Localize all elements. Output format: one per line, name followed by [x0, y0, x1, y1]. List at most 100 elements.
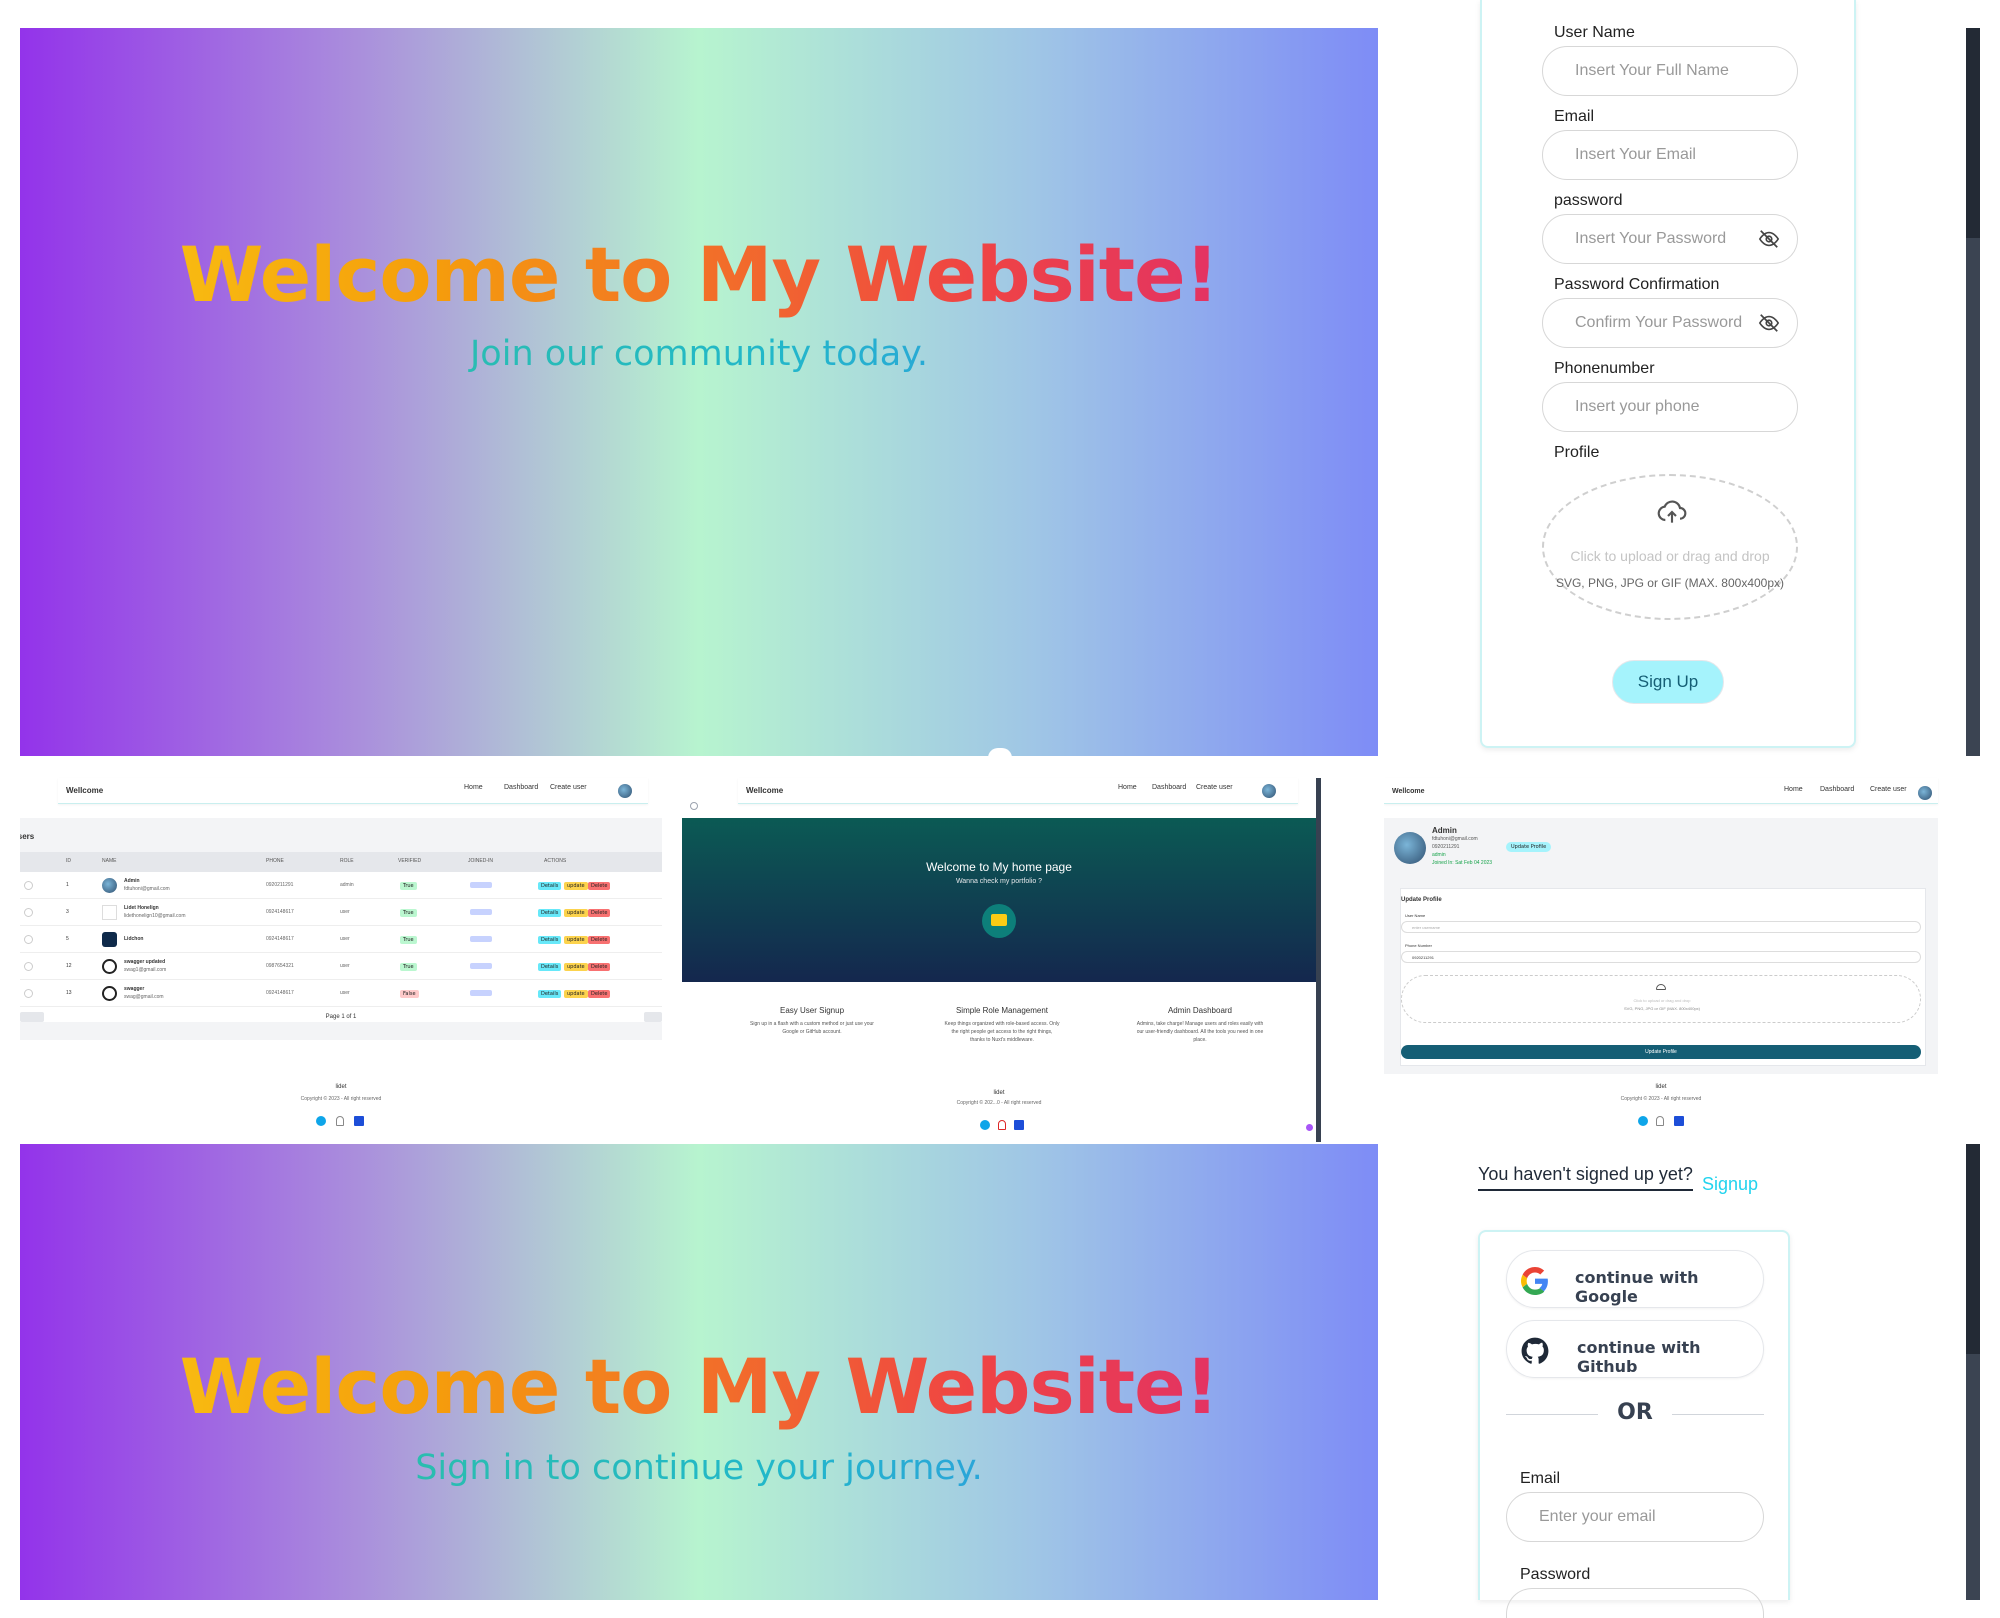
nav-create-user[interactable]: Create user [550, 784, 587, 791]
portfolio-button[interactable] [982, 904, 1016, 938]
table-row: 13 swagger swag@gmail.com 0924148617 use… [20, 980, 662, 1007]
signup-link[interactable]: Signup [1702, 1174, 1758, 1195]
nav-home[interactable]: Home [1784, 786, 1803, 793]
cell-phone: 0924148617 [266, 990, 294, 996]
password-label: Password [1520, 1566, 1591, 1583]
email-label: Email [1554, 108, 1595, 125]
scrollbar-thumb[interactable] [1966, 1144, 1980, 1354]
row-checkbox[interactable] [24, 989, 33, 998]
nav-create-user[interactable]: Create user [1196, 784, 1233, 791]
email-placeholder: Enter your email [1539, 1508, 1656, 1525]
nav-home[interactable]: Home [1118, 784, 1137, 791]
username-placeholder: enter username [1412, 924, 1441, 930]
row-checkbox[interactable] [24, 908, 33, 917]
navbar-brand[interactable]: Wellcome [1392, 788, 1425, 795]
signin-hero-subtitle: Sign in to continue your journey. [20, 1448, 1378, 1488]
navbar-brand[interactable]: Wellcome [66, 786, 103, 795]
update-profile-button[interactable]: Update Profile [1401, 1045, 1921, 1059]
linkedin-icon[interactable] [1674, 1116, 1684, 1126]
delete-button[interactable]: Delete [588, 909, 611, 917]
profile-role: admin [1432, 852, 1446, 858]
email-input[interactable]: Insert Your Email [1542, 130, 1798, 180]
profile-dropzone[interactable]: Click to upload or drag and drop SVG, PN… [1542, 474, 1798, 620]
update-button[interactable]: update [564, 963, 588, 971]
dashboard-navbar: Wellcome Home Dashboard Create user [58, 778, 648, 804]
footer-brand: lidet [993, 1090, 1005, 1096]
details-button[interactable]: Details [538, 963, 562, 971]
chat-bubble-icon[interactable] [1306, 1124, 1313, 1131]
person-icon[interactable] [336, 1116, 344, 1126]
nav-dashboard[interactable]: Dashboard [1820, 786, 1854, 793]
pagination-label: Page 1 of 1 [325, 1014, 357, 1020]
next-page-button[interactable] [644, 1012, 662, 1022]
avatar [102, 959, 117, 974]
username-input[interactable]: Insert Your Full Name [1542, 46, 1798, 96]
linkedin-icon[interactable] [1014, 1120, 1024, 1130]
cell-email: swag1@gmail.com [124, 967, 167, 973]
profile-dropzone[interactable]: Click to upload or drag and drop SVG, PN… [1401, 975, 1921, 1023]
update-button[interactable]: update [564, 909, 588, 917]
row-checkbox[interactable] [24, 935, 33, 944]
nav-dashboard[interactable]: Dashboard [1152, 784, 1186, 791]
avatar [102, 986, 117, 1001]
delete-button[interactable]: Delete [588, 882, 611, 890]
nav-create-user[interactable]: Create user [1870, 786, 1907, 793]
username-input[interactable]: enter username [1401, 921, 1921, 933]
heart-icon[interactable] [316, 1116, 326, 1126]
person-icon[interactable] [1656, 1116, 1664, 1126]
home-scrollbar[interactable] [1316, 778, 1321, 1142]
phone-input[interactable]: 0920211291 [1401, 951, 1921, 963]
update-button[interactable]: update [564, 990, 588, 998]
or-divider-label: OR [1617, 1400, 1653, 1425]
col-joined: JOINED-IN [468, 858, 493, 864]
profile-avatar [1394, 832, 1426, 864]
cell-id: 1 [66, 882, 69, 888]
linkedin-icon[interactable] [354, 1116, 364, 1126]
details-button[interactable]: Details [538, 882, 562, 890]
profile-joined: Joined In: Sat Feb 04 2023 [1432, 860, 1493, 866]
avatar[interactable] [1262, 784, 1276, 798]
update-button[interactable]: update [564, 882, 588, 890]
scrollbar-thumb[interactable] [1966, 28, 1980, 238]
google-button[interactable]: continue with Google [1506, 1250, 1764, 1308]
details-button[interactable]: Details [538, 990, 562, 998]
avatar[interactable] [618, 784, 632, 798]
delete-button[interactable]: Delete [588, 990, 611, 998]
table-row: 5 Lidchon 0924148617 user True Details u… [20, 926, 662, 953]
update-button[interactable]: update [564, 936, 588, 944]
details-button[interactable]: Details [538, 936, 562, 944]
navbar-brand[interactable]: Wellcome [746, 786, 783, 795]
eye-off-icon[interactable] [1758, 228, 1780, 250]
heart-icon[interactable] [1638, 1116, 1648, 1126]
confirm-password-label: Password Confirmation [1554, 276, 1720, 293]
email-input[interactable]: Enter your email [1506, 1492, 1764, 1542]
eye-off-icon[interactable] [1758, 312, 1780, 334]
cell-email: swag@gmail.com [124, 994, 164, 1000]
upload-hint: SVG, PNG, JPG or GIF (MAX. 800x400px) [1555, 576, 1785, 590]
nav-home[interactable]: Home [464, 784, 483, 791]
signin-hero-panel: Welcome to My Website! Sign in to contin… [20, 1144, 1378, 1600]
nav-dashboard[interactable]: Dashboard [504, 784, 538, 791]
portfolio-icon [991, 914, 1007, 926]
upload-drag-text: or drag and drop [1662, 548, 1770, 564]
password-placeholder: Insert Your Password [1575, 230, 1727, 247]
delete-button[interactable]: Delete [588, 936, 611, 944]
row-checkbox[interactable] [24, 881, 33, 890]
signup-button[interactable]: Sign Up [1612, 660, 1724, 704]
footer-copyright: Copyright © 2023 - All right reserved [300, 1096, 382, 1102]
username-placeholder: Insert Your Full Name [1575, 62, 1729, 79]
signin-hero-title: Welcome to My Website! [20, 1342, 1378, 1431]
joined-cell [470, 963, 492, 969]
delete-button[interactable]: Delete [588, 963, 611, 971]
phone-input[interactable]: Insert your phone [1542, 382, 1798, 432]
details-button[interactable]: Details [538, 909, 562, 917]
password-input[interactable] [1506, 1588, 1764, 1618]
avatar[interactable] [1918, 786, 1932, 800]
row-checkbox[interactable] [24, 962, 33, 971]
person-icon[interactable] [998, 1120, 1006, 1130]
cell-id: 3 [66, 909, 69, 915]
github-button[interactable]: continue with Github [1506, 1320, 1764, 1378]
heart-icon[interactable] [980, 1120, 990, 1130]
home-navbar: Wellcome Home Dashboard Create user [738, 778, 1298, 804]
update-profile-badge[interactable]: Update Profile [1506, 842, 1552, 852]
